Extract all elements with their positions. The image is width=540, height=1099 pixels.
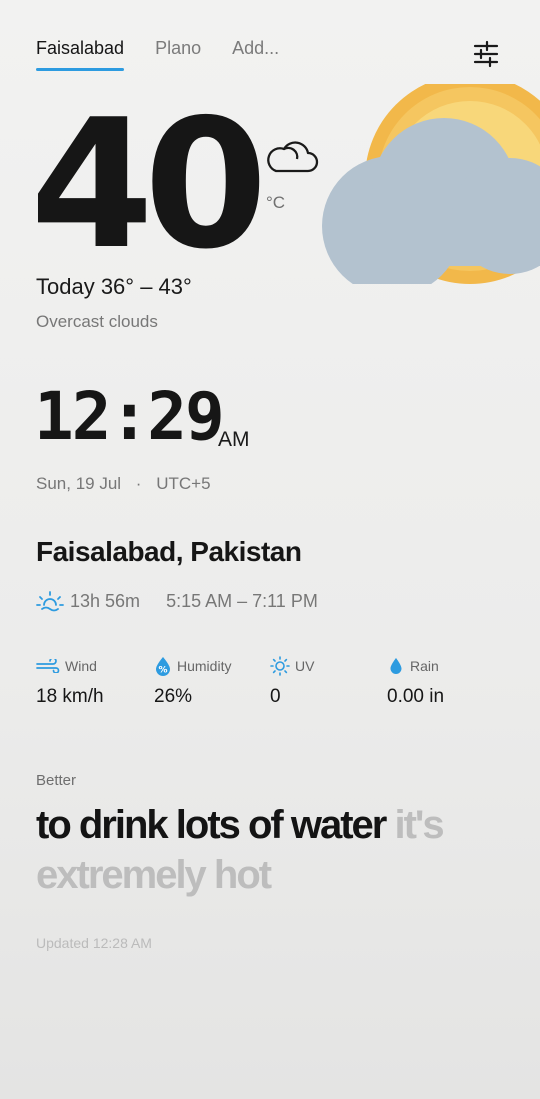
rain-drop-icon (390, 658, 402, 674)
uv-label: UV (295, 658, 315, 674)
tab-plano[interactable]: Plano (155, 38, 201, 71)
timezone-text: UTC+5 (156, 474, 211, 493)
sunrise-icon (36, 591, 64, 612)
tab-add[interactable]: Add... (232, 38, 279, 71)
wind-label: Wind (65, 658, 97, 674)
stat-wind: Wind 18 km/h (36, 656, 104, 708)
humidity-icon: % (156, 657, 170, 676)
settings-button[interactable] (470, 40, 502, 68)
stat-rain: Rain 0.00 in (387, 656, 444, 708)
location-tabs: Faisalabad Plano Add... (36, 38, 279, 71)
advice-intro: Better (36, 772, 77, 789)
time-period: AM (218, 428, 250, 451)
wind-icon (36, 659, 60, 673)
rain-value: 0.00 in (387, 686, 445, 707)
daylight-row: 13h 56m 5:15 AM – 7:11 PM (36, 590, 318, 612)
condition-text: Overcast clouds (36, 312, 158, 331)
weather-illustration (322, 84, 540, 284)
tab-faisalabad[interactable]: Faisalabad (36, 38, 125, 71)
date-separator: · (135, 474, 142, 493)
sliders-icon (473, 40, 499, 68)
wind-value: 18 km/h (36, 686, 104, 707)
date-text: Sun, 19 Jul (36, 474, 122, 493)
stat-uv: UV 0 (270, 656, 314, 708)
cloud-icon (264, 138, 320, 181)
svg-text:%: % (158, 666, 167, 676)
day-length: 13h 56m (70, 590, 141, 611)
sun-times: 5:15 AM – 7:11 PM (166, 590, 318, 611)
uv-icon (270, 656, 290, 676)
rain-label: Rain (410, 658, 439, 674)
advice-text: to drink lots of water it's extremely ho… (36, 800, 516, 900)
today-range: Today 36° – 43° (36, 274, 192, 299)
local-time: 12:29 (34, 378, 225, 455)
advice-emphasis: to drink lots of water (36, 803, 387, 847)
temperature-unit: °C (266, 193, 286, 212)
updated-timestamp: Updated 12:28 AM (36, 935, 152, 951)
date-line: Sun, 19 Jul · UTC+5 (36, 474, 211, 494)
current-temperature: 40 (30, 81, 268, 288)
humidity-value: 26% (154, 686, 193, 707)
stat-humidity: % Humidity 26% (154, 656, 231, 708)
location-name: Faisalabad, Pakistan (36, 536, 302, 567)
humidity-label: Humidity (177, 658, 232, 674)
uv-value: 0 (270, 686, 281, 707)
